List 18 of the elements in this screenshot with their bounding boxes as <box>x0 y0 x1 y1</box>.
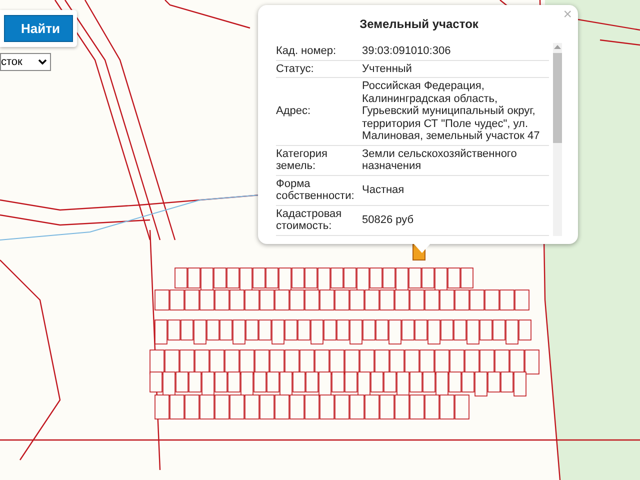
field-label: Категория земель: <box>276 145 362 175</box>
field-value: Земли сельскохозяйственного назначения <box>362 145 549 175</box>
field-label: Форма собственности: <box>276 175 362 205</box>
field-label: Кад. номер: <box>276 43 362 60</box>
field-value: Частная <box>362 175 549 205</box>
field-value: 50826 руб <box>362 205 549 235</box>
search-button[interactable]: Найти <box>4 15 73 42</box>
field-value: Российская Федерация, Калининградская область, Гурьевский муниципальный округ, территория СТ "Поле чудес", ул. Малиновая, земельный участок 47 <box>362 78 549 145</box>
field-value: 39:03:091010:306 <box>362 43 549 60</box>
field-label: Статус: <box>276 60 362 78</box>
chevron-icon <box>38 59 47 65</box>
scroll-up-icon[interactable] <box>554 45 561 49</box>
field-value: Учтенный <box>362 60 549 78</box>
scrollbar[interactable] <box>553 43 562 236</box>
type-dropdown[interactable]: сток <box>0 53 51 71</box>
popup-title: Земельный участок <box>358 17 480 31</box>
field-label: Адрес: <box>276 78 362 145</box>
field-label: Кадастровая стоимость: <box>276 205 362 235</box>
